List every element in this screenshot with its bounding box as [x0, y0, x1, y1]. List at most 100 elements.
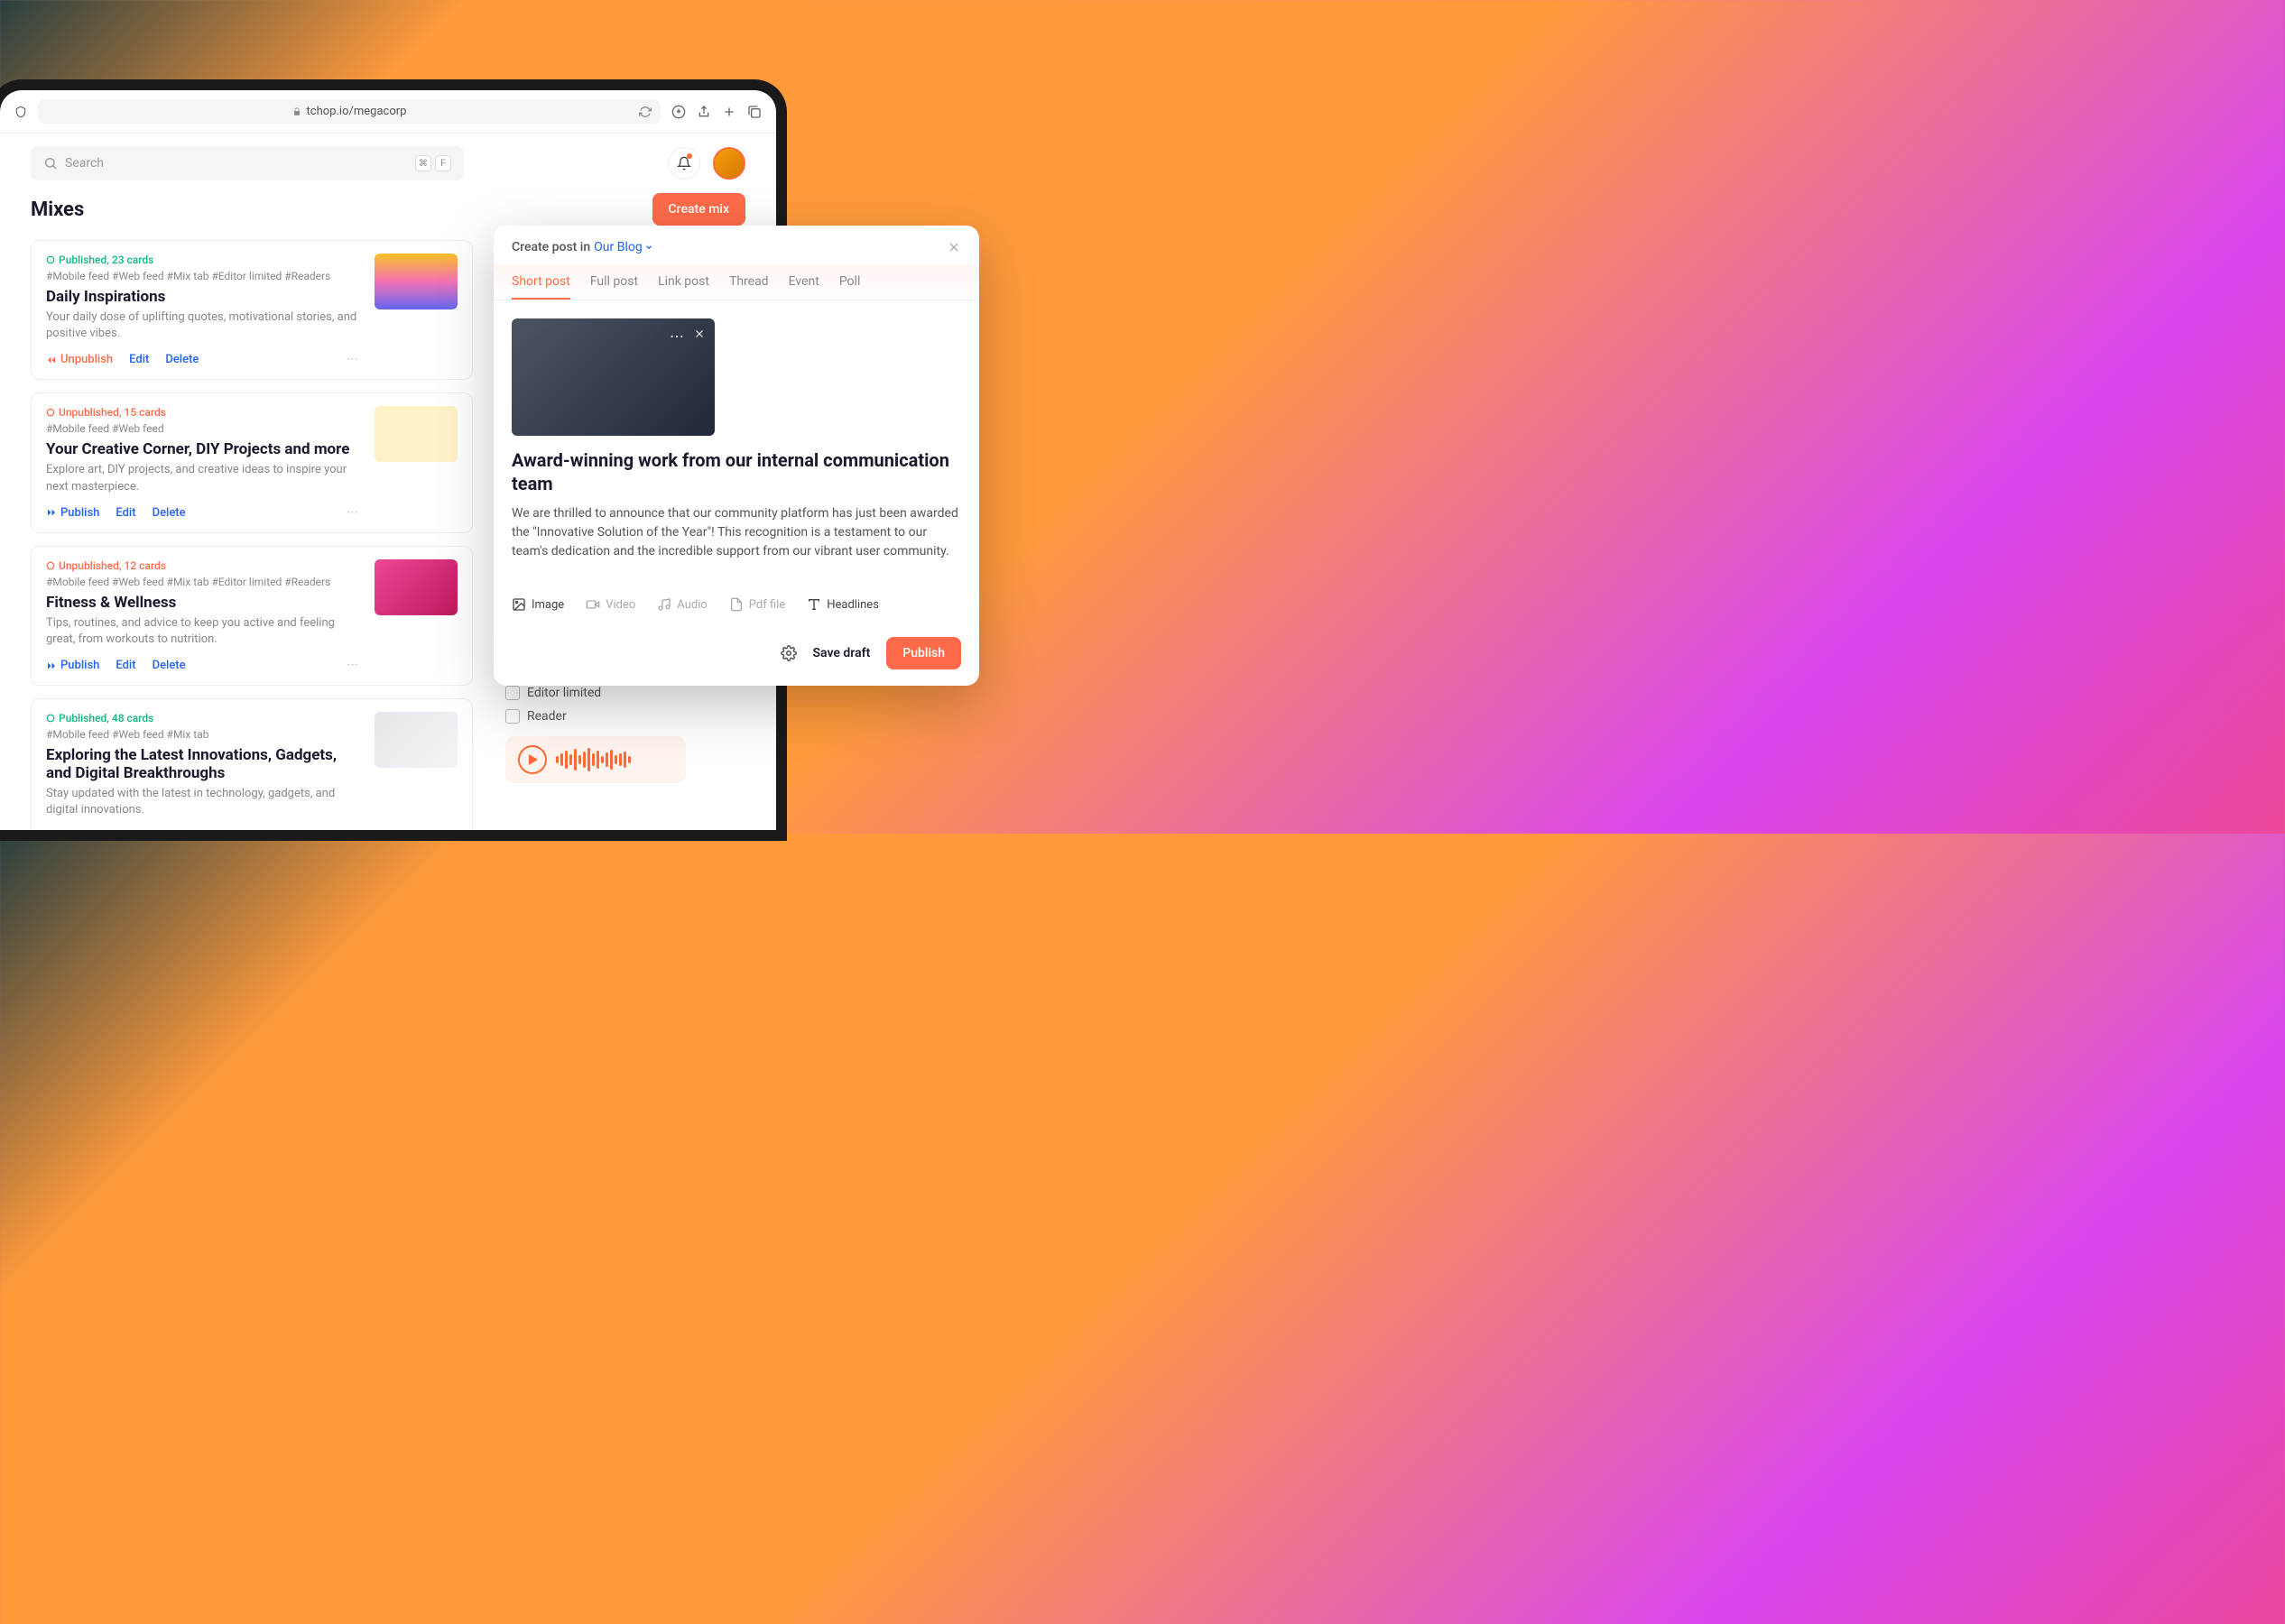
- publish-button[interactable]: Publish: [886, 637, 961, 669]
- modal-label: Create post in: [512, 240, 590, 254]
- tab-poll[interactable]: Poll: [839, 265, 861, 300]
- destination-selector[interactable]: Our Blog: [594, 240, 653, 254]
- tab-full-post[interactable]: Full post: [590, 265, 638, 300]
- publish-button[interactable]: Publish: [46, 659, 99, 672]
- image-remove-icon[interactable]: [693, 328, 706, 340]
- create-post-modal: Create post in Our Blog Short post Full …: [494, 226, 979, 686]
- tab-link-post[interactable]: Link post: [658, 265, 709, 300]
- post-body-input[interactable]: We are thrilled to announce that our com…: [512, 504, 961, 561]
- page-title: Mixes: [31, 198, 84, 221]
- notification-dot: [687, 153, 692, 159]
- edit-button[interactable]: Edit: [129, 353, 149, 366]
- more-icon[interactable]: ⋯: [347, 506, 360, 520]
- tab-short-post[interactable]: Short post: [512, 265, 570, 300]
- share-icon[interactable]: [697, 105, 711, 119]
- attach-video[interactable]: Video: [586, 597, 635, 612]
- address-bar[interactable]: tchop.io/megacorp: [38, 99, 661, 124]
- mix-thumbnail: [375, 712, 458, 768]
- mix-tags: #Mobile feed #Web feed #Mix tab #Editor …: [46, 270, 360, 282]
- mix-desc: Explore art, DIY projects, and creative …: [46, 462, 360, 494]
- status-badge: Published, 48 cards: [46, 712, 360, 724]
- text-icon: [807, 597, 821, 612]
- checkbox-reader[interactable]: Reader: [505, 709, 695, 724]
- edit-button[interactable]: Edit: [129, 830, 149, 831]
- checkbox-editor-limited[interactable]: Editor limited: [505, 686, 695, 700]
- mix-thumbnail: [375, 254, 458, 309]
- more-icon[interactable]: ⋯: [347, 659, 360, 672]
- post-image[interactable]: ⋯: [512, 318, 715, 436]
- mix-card[interactable]: Published, 48 cards #Mobile feed #Web fe…: [31, 698, 473, 830]
- refresh-icon[interactable]: [639, 106, 652, 118]
- audio-icon: [657, 597, 671, 612]
- notifications-button[interactable]: [668, 147, 700, 180]
- attach-audio[interactable]: Audio: [657, 597, 707, 612]
- search-input[interactable]: Search ⌘ F: [31, 146, 464, 180]
- delete-button[interactable]: Delete: [153, 506, 186, 520]
- unpublish-button[interactable]: Unpublish: [46, 830, 113, 831]
- delete-button[interactable]: Delete: [165, 830, 199, 831]
- attach-pdf[interactable]: Pdf file: [729, 597, 785, 612]
- mix-tags: #Mobile feed #Web feed #Mix tab: [46, 728, 360, 741]
- modal-footer: Save draft Publish: [494, 624, 979, 686]
- close-icon: [947, 240, 961, 254]
- shield-icon: [14, 106, 27, 118]
- plus-icon[interactable]: [722, 105, 736, 119]
- search-icon: [43, 156, 58, 171]
- tab-thread[interactable]: Thread: [729, 265, 769, 300]
- post-type-tabs: Short post Full post Link post Thread Ev…: [494, 265, 979, 300]
- lock-icon: [292, 107, 301, 116]
- mix-title: Your Creative Corner, DIY Projects and m…: [46, 440, 360, 458]
- tab-event[interactable]: Event: [789, 265, 819, 300]
- mix-tags: #Mobile feed #Web feed #Mix tab #Editor …: [46, 576, 360, 588]
- tabs-icon[interactable]: [747, 105, 762, 119]
- modal-header: Create post in Our Blog: [494, 226, 979, 265]
- mix-title: Fitness & Wellness: [46, 594, 360, 612]
- save-draft-button[interactable]: Save draft: [813, 646, 871, 660]
- waveform-icon: [556, 748, 631, 771]
- publish-button[interactable]: Publish: [46, 506, 99, 520]
- key-f: F: [435, 155, 451, 171]
- mixes-header: Mixes Create mix: [31, 193, 745, 226]
- mix-desc: Stay updated with the latest in technolo…: [46, 786, 360, 818]
- audio-player[interactable]: [505, 736, 686, 783]
- post-title-input[interactable]: Award-winning work from our internal com…: [512, 448, 961, 495]
- search-placeholder: Search: [65, 156, 104, 171]
- attach-headlines[interactable]: Headlines: [807, 597, 879, 612]
- image-more-icon[interactable]: ⋯: [670, 328, 684, 345]
- attach-image[interactable]: Image: [512, 597, 564, 612]
- play-button[interactable]: [518, 745, 547, 774]
- delete-button[interactable]: Delete: [153, 659, 186, 672]
- attachment-toolbar: Image Video Audio Pdf file Headlines: [494, 579, 979, 624]
- create-mix-button[interactable]: Create mix: [652, 193, 745, 226]
- status-badge: Unpublished, 12 cards: [46, 559, 360, 572]
- status-badge: Unpublished, 15 cards: [46, 406, 360, 419]
- browser-bar: tchop.io/megacorp: [0, 90, 776, 134]
- status-badge: Published, 23 cards: [46, 254, 360, 266]
- key-cmd: ⌘: [415, 155, 431, 171]
- delete-button[interactable]: Delete: [165, 353, 199, 366]
- mix-card[interactable]: Unpublished, 12 cards #Mobile feed #Web …: [31, 546, 473, 686]
- more-icon[interactable]: ⋯: [347, 353, 360, 366]
- permissions-panel: Editor limited Reader: [505, 686, 695, 783]
- avatar[interactable]: [713, 147, 745, 180]
- more-icon[interactable]: ⋯: [347, 830, 360, 831]
- edit-button[interactable]: Edit: [116, 659, 135, 672]
- mix-card[interactable]: Published, 23 cards #Mobile feed #Web fe…: [31, 240, 473, 380]
- video-icon: [586, 597, 600, 612]
- download-icon[interactable]: [671, 105, 686, 119]
- chevron-down-icon: [644, 243, 653, 252]
- mix-thumbnail: [375, 406, 458, 462]
- image-icon: [512, 597, 526, 612]
- unpublish-button[interactable]: Unpublish: [46, 353, 113, 366]
- file-icon: [729, 597, 744, 612]
- mix-title: Exploring the Latest Innovations, Gadget…: [46, 746, 360, 782]
- modal-body: ⋯ Award-winning work from our internal c…: [494, 300, 979, 579]
- mix-title: Daily Inspirations: [46, 288, 360, 306]
- settings-button[interactable]: [781, 645, 797, 661]
- url-text: tchop.io/megacorp: [307, 105, 407, 118]
- mix-card[interactable]: Unpublished, 15 cards #Mobile feed #Web …: [31, 392, 473, 532]
- edit-button[interactable]: Edit: [116, 506, 135, 520]
- mix-desc: Tips, routines, and advice to keep you a…: [46, 615, 360, 648]
- close-button[interactable]: [947, 240, 961, 254]
- mix-thumbnail: [375, 559, 458, 615]
